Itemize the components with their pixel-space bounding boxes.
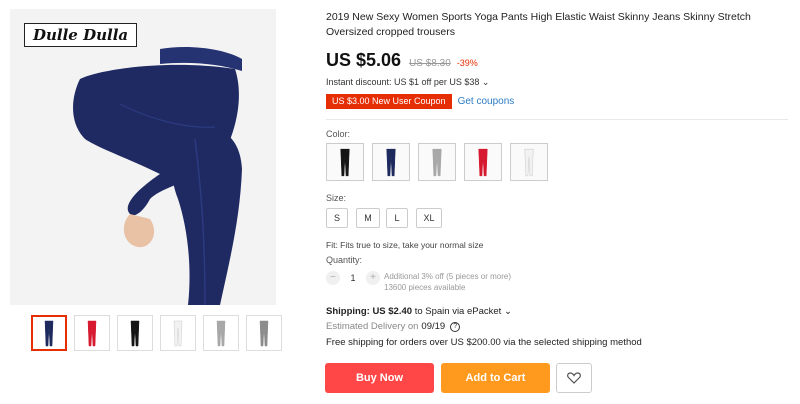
original-price: US $8.30 [409,58,451,69]
free-shipping-note: Free shipping for orders over US $200.00… [326,337,642,348]
leggings-icon [173,320,183,347]
get-coupons-link[interactable]: Get coupons [458,96,515,107]
bulk-discount-note: Additional 3% off (5 pieces or more) [384,272,512,281]
thumbnail-strip [31,315,283,351]
new-user-coupon: US $3.00 New User Coupon [326,94,452,109]
wishlist-button[interactable] [556,363,592,393]
quantity-notes: Additional 3% off (5 pieces or more) 136… [384,271,511,293]
shipping-destination: to Spain via ePacket ⌄ [412,306,512,317]
quantity-label: Quantity: [326,255,363,265]
quantity-stepper: − 1 + [326,271,380,285]
thumbnail-image[interactable] [160,315,196,351]
estimated-delivery: Estimated Delivery on 09/19 ? [326,321,461,332]
thumbnail-image[interactable] [74,315,110,351]
price-row: US $5.06 US $8.30 -39% [326,50,478,72]
decrease-quantity-button[interactable]: − [326,271,340,285]
instant-discount[interactable]: Instant discount: US $1 off per US $38 ⌄ [326,77,489,88]
increase-quantity-button[interactable]: + [366,271,380,285]
add-to-cart-button[interactable]: Add to Cart [441,363,550,393]
color-swatch-black[interactable] [326,143,364,181]
size-option[interactable]: L [386,208,408,228]
leggings-icon [87,320,97,347]
discount-badge: -39% [456,58,478,68]
thumbnail-image[interactable] [31,315,67,351]
leggings-icon [216,320,226,347]
shipping-line[interactable]: Shipping: US $2.40 to Spain via ePacket … [326,306,512,317]
leggings-illustration [73,47,242,305]
leggings-icon [259,320,269,347]
thumbnail-image[interactable] [246,315,282,351]
size-option[interactable]: M [356,208,380,228]
leggings-icon [432,148,442,177]
leggings-icon [340,148,350,177]
estimated-delivery-date: 09/19 [421,321,446,332]
coupon-row: US $3.00 New User Coupon Get coupons [326,94,514,109]
heart-icon [567,372,581,384]
shipping-cost: US $2.40 [372,306,413,317]
fit-note: Fit: Fits true to size, take your normal… [326,240,484,250]
size-label: Size: [326,193,347,203]
thumbnail-image[interactable] [117,315,153,351]
size-option[interactable]: XL [416,208,442,228]
leggings-icon [524,148,534,177]
estimated-delivery-label: Estimated Delivery on [326,321,419,332]
buy-now-button[interactable]: Buy Now [325,363,434,393]
divider [326,119,788,120]
leggings-icon [478,148,488,177]
leggings-icon [130,320,140,347]
main-product-image[interactable]: Dulle Dulla [10,9,276,305]
help-icon[interactable]: ? [450,321,461,332]
stock-note: 13600 pieces available [384,283,466,292]
current-price: US $5.06 [326,50,402,70]
leggings-icon [44,320,54,347]
brand-logo: Dulle Dulla [24,23,138,47]
color-swatch-white[interactable] [510,143,548,181]
leggings-icon [386,148,396,177]
thumbnail-image[interactable] [203,315,239,351]
shipping-label: Shipping: [326,306,370,317]
color-swatch-red[interactable] [464,143,502,181]
size-option[interactable]: S [326,208,348,228]
product-title: 2019 New Sexy Women Sports Yoga Pants Hi… [326,11,751,38]
color-label: Color: [326,129,351,139]
color-swatch-navy[interactable] [372,143,410,181]
color-swatch-gray[interactable] [418,143,456,181]
quantity-value[interactable]: 1 [340,273,366,283]
